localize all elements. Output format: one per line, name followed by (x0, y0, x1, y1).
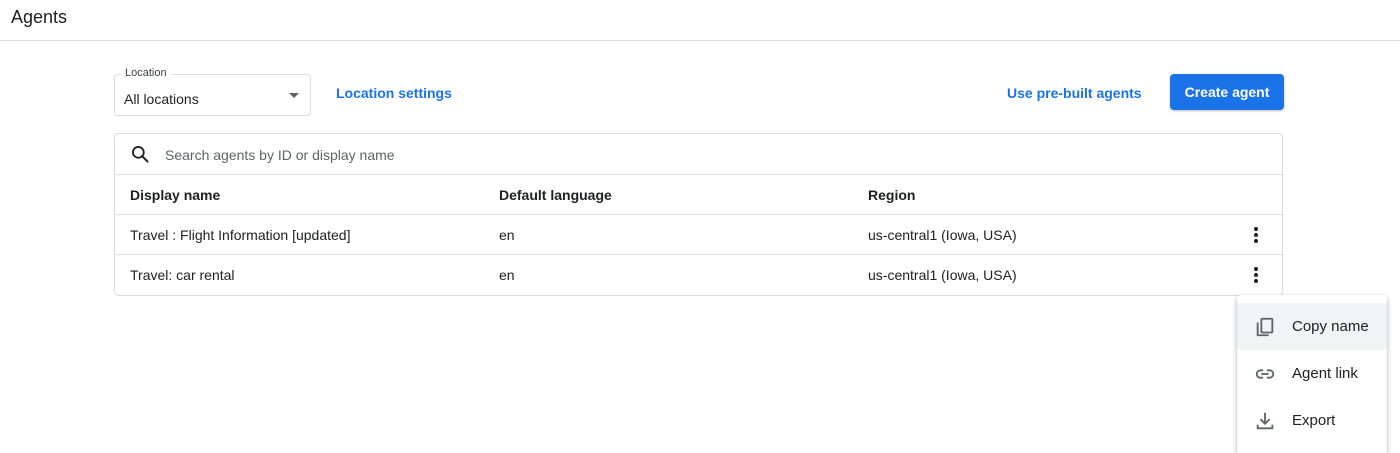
menu-item-export[interactable]: Export (1237, 397, 1387, 444)
link-icon (1255, 369, 1275, 379)
location-select[interactable]: Location All locations (114, 67, 311, 116)
menu-item-label: Export (1292, 412, 1336, 429)
location-label: Location (121, 67, 171, 79)
agents-page: Agents Location All locations Location s… (0, 0, 1400, 453)
table-row[interactable]: Travel : Flight Information [updated] en… (115, 215, 1282, 255)
location-settings-button[interactable]: Location settings (336, 85, 452, 101)
top-bar: Agents (0, 0, 1400, 41)
menu-item-agent-link[interactable]: Agent link (1237, 350, 1387, 397)
dropdown-arrow-icon (289, 93, 299, 98)
table-row[interactable]: Travel: car rental en us-central1 (Iowa,… (115, 255, 1282, 295)
location-value: All locations (124, 91, 199, 107)
more-options-icon[interactable] (1246, 265, 1266, 285)
page-title: Agents (11, 7, 68, 27)
agent-region: us-central1 (Iowa, USA) (868, 267, 1017, 283)
search-input[interactable] (163, 142, 767, 168)
column-header-default-language[interactable]: Default language (499, 187, 612, 203)
agent-actions-menu: Copy name Agent link Export (1237, 295, 1387, 453)
column-header-display-name[interactable]: Display name (130, 187, 220, 203)
agent-language: en (499, 227, 515, 243)
create-agent-button[interactable]: Create agent (1170, 74, 1284, 110)
agent-language: en (499, 267, 515, 283)
menu-item-label: Agent link (1292, 365, 1358, 382)
agents-table-card: Display name Default language Region Tra… (114, 133, 1283, 296)
more-options-icon[interactable] (1246, 225, 1266, 245)
search-bar (115, 134, 1282, 175)
menu-item-label: Copy name (1292, 318, 1369, 335)
search-icon (132, 146, 149, 163)
column-header-region[interactable]: Region (868, 187, 915, 203)
agent-region: us-central1 (Iowa, USA) (868, 227, 1017, 243)
agent-display-name[interactable]: Travel : Flight Information [updated] (130, 227, 350, 243)
agent-display-name[interactable]: Travel: car rental (130, 267, 235, 283)
menu-item-copy-name[interactable]: Copy name (1237, 303, 1387, 350)
table-header: Display name Default language Region (115, 175, 1282, 215)
copy-icon (1256, 317, 1274, 337)
download-icon (1256, 412, 1274, 430)
use-prebuilt-agents-button[interactable]: Use pre-built agents (1007, 85, 1142, 101)
